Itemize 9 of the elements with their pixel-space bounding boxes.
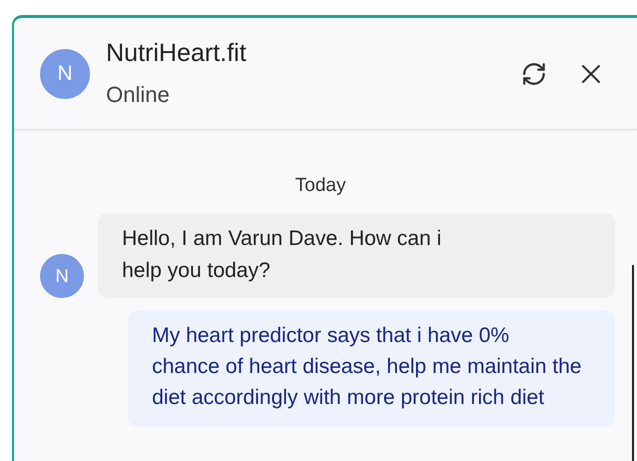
avatar: N	[40, 254, 84, 298]
scrollbar[interactable]	[632, 265, 634, 461]
refresh-icon	[521, 60, 547, 86]
avatar: N	[40, 48, 90, 98]
date-divider: Today	[295, 175, 346, 197]
bot-message: Hello, I am Varun Dave. How can i help you today?	[98, 213, 615, 298]
status-text: Online	[106, 82, 171, 108]
user-message: My heart predictor says that i have 0% chance of heart disease, help me maintain the diet accordingly with more protein rich diet	[128, 310, 615, 427]
chat-title: NutriHeart.fit	[106, 39, 248, 68]
